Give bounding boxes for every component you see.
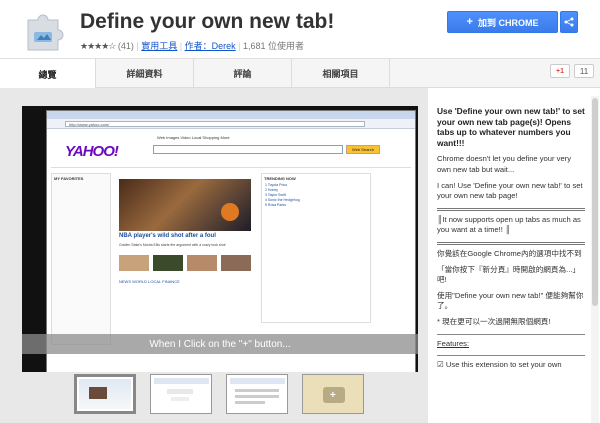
divider	[51, 167, 411, 168]
divider	[437, 333, 585, 335]
meta-row: ★★★★☆ (41) | 實用工具 | 作者：Derek | 1,681 位使用…	[80, 41, 305, 51]
plus-icon: +	[330, 390, 336, 401]
browser-tabbar	[47, 111, 415, 119]
thumb-image	[119, 255, 149, 271]
gplus-button[interactable]: +1	[550, 64, 570, 78]
rating-stars-icon: ★★★★☆	[80, 41, 116, 51]
description-text: I can! Use 'Define your own new tab!' to…	[437, 180, 583, 201]
app-title: Define your own new tab!	[80, 10, 335, 33]
description-text: * 現在更可以一次過開無限個網頁!	[437, 316, 551, 326]
thumbnail-4[interactable]: +	[302, 374, 364, 414]
rating-count: (41)	[117, 41, 134, 51]
divider	[437, 355, 585, 357]
news-tabs: NEWS WORLD LOCAL FINANCE	[119, 279, 180, 284]
detail-tabs: 總覽 詳細資料 評論 相關項目	[0, 58, 600, 89]
news-headline: NBA player's wild shot after a foul	[119, 233, 216, 239]
thumb-image	[153, 255, 183, 271]
news-thumbs	[119, 255, 251, 271]
plus-icon: +	[466, 15, 473, 28]
user-count: 1,681 位使用者	[242, 41, 305, 51]
gplus-count: 11	[574, 64, 594, 78]
basketball-icon	[221, 203, 239, 221]
trending-row: 5 Rosa Parks	[265, 203, 287, 207]
yahoo-nav: Web Images Video Local Shopping More	[157, 135, 230, 140]
tab-details[interactable]: 詳細資料	[96, 59, 194, 88]
browser-urlbar: http://www.yahoo.com/	[47, 119, 415, 129]
description-text: 「當你按下『新分頁』時開啟的網頁為...」吧!	[437, 264, 581, 285]
screenshot-caption: When I Click on the "+" button...	[22, 334, 418, 354]
trending-box: TRENDING NOW 1 Toyota Prius 2 Honey 3 Ta…	[261, 173, 371, 323]
description-text: ║It now supports open up tabs as much as…	[437, 214, 581, 235]
add-button-label: 加到 CHROME	[477, 17, 539, 28]
favorites-title: MY FAVORITES	[54, 176, 84, 181]
description-text: Chrome doesn't let you define your very …	[437, 154, 571, 174]
tab-label: 評論	[233, 69, 252, 79]
yahoo-search-button: Web Search	[346, 145, 380, 154]
thumbnail-2[interactable]	[150, 374, 212, 414]
divider	[437, 207, 585, 211]
add-to-chrome-button[interactable]: + 加到 CHROME	[447, 11, 558, 33]
puzzle-icon	[22, 10, 66, 52]
description-text: 使用"Define your own new tab!" 便能夠幫你了。	[437, 290, 584, 311]
news-subtext: Golden State's Monta Ellis starts fire a…	[119, 243, 226, 247]
thumbnail-3[interactable]	[226, 374, 288, 414]
author-link[interactable]: 作者：Derek	[185, 41, 236, 51]
description-text: 你覺該在Google Chrome內的選項中找不到	[437, 248, 582, 258]
tab-overview[interactable]: 總覽	[0, 59, 96, 89]
yahoo-favorites: MY FAVORITES	[51, 173, 111, 345]
thumbnail-strip: +	[0, 374, 428, 419]
yahoo-logo: YAHOO!	[65, 143, 119, 160]
main-screenshot[interactable]: http://www.yahoo.com/ Web Images Video L…	[22, 106, 418, 372]
yahoo-search-input	[153, 145, 343, 154]
divider	[437, 241, 585, 245]
tab-label: 詳細資料	[126, 69, 163, 79]
thumb-image	[221, 255, 251, 271]
news-photo	[119, 179, 251, 231]
tab-label: 相關項目	[322, 69, 359, 79]
tab-reviews[interactable]: 評論	[194, 59, 292, 88]
description-scrollbar[interactable]	[591, 96, 599, 423]
item-header: Define your own new tab! ★★★★☆ (41) | 實用…	[0, 0, 600, 58]
screenshot-gallery: http://www.yahoo.com/ Web Images Video L…	[0, 88, 428, 423]
thumbnail-1[interactable]	[74, 374, 136, 414]
description-panel: Use 'Define your own new tab!' to set yo…	[437, 106, 585, 423]
description-lead: Use 'Define your own new tab!' to set yo…	[437, 106, 585, 148]
feature-item: ☑ Use this extension to set your own	[437, 360, 562, 370]
trending-title: TRENDING NOW	[264, 176, 296, 181]
thumb-image	[187, 255, 217, 271]
share-icon	[564, 17, 574, 27]
share-button[interactable]	[560, 11, 578, 33]
features-label: Features:	[437, 338, 470, 348]
scrollbar-thumb[interactable]	[592, 98, 598, 306]
category-link[interactable]: 實用工具	[141, 41, 177, 51]
tab-label: 總覽	[38, 69, 57, 80]
browser-window: http://www.yahoo.com/ Web Images Video L…	[46, 110, 416, 372]
browser-url: http://www.yahoo.com/	[65, 121, 365, 127]
tab-related[interactable]: 相關項目	[292, 59, 390, 88]
